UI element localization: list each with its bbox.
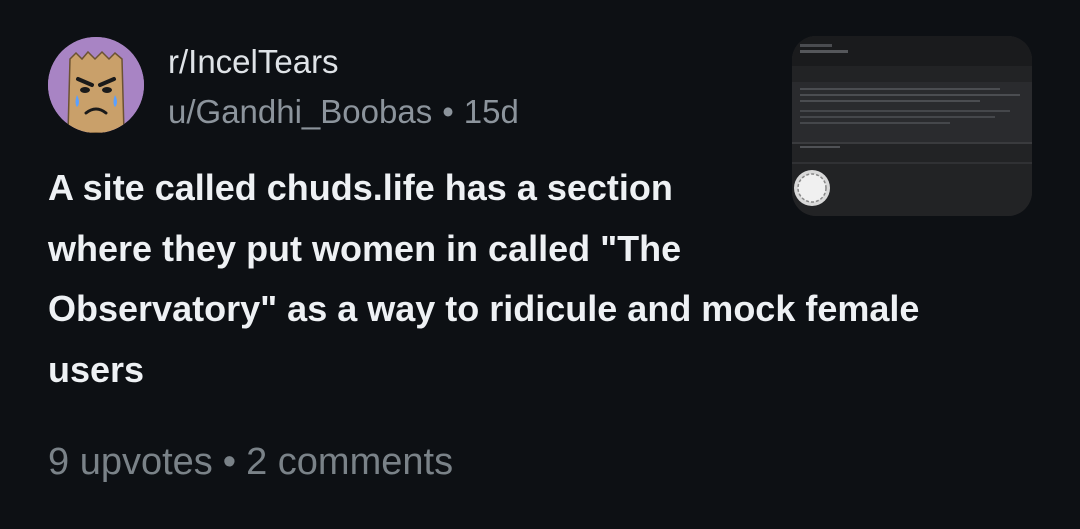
subreddit-avatar[interactable] xyxy=(48,37,144,133)
post-title-line: where they put women in called "The xyxy=(48,227,682,269)
post-card[interactable]: r/IncelTears u/Gandhi_Boobas • 15d A site … xyxy=(0,0,1080,529)
meta-separator: • xyxy=(442,93,454,130)
post-title-line: Observatory" as a way to ridicule and mo… xyxy=(48,288,920,329)
subreddit-name[interactable]: r/IncelTears xyxy=(168,42,339,82)
author-name[interactable]: u/Gandhi_Boobas xyxy=(168,93,432,130)
stats-separator: • xyxy=(222,441,237,483)
post-title-line: users xyxy=(48,348,145,390)
comment-count[interactable]: 2 comments xyxy=(246,441,453,483)
post-title-line: A site called chuds.life has a section xyxy=(48,167,673,208)
post-meta: u/Gandhi_Boobas • 15d xyxy=(168,92,519,132)
paper-bag-crying-face-icon xyxy=(48,37,144,133)
post-age: 15d xyxy=(463,93,519,130)
post-title[interactable]: A site called chuds.life has a section w… xyxy=(48,158,1028,400)
upvote-count: 9 upvotes xyxy=(48,441,213,483)
post-stats: 9 upvotes • 2 comments xyxy=(48,438,453,486)
